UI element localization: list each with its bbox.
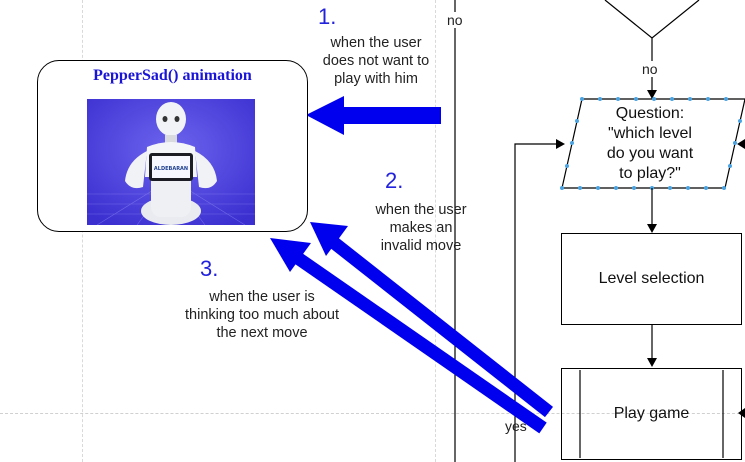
annotation-3-line: when the user is — [209, 289, 315, 305]
annotation-3-number: 3. — [200, 256, 219, 281]
annotation-3-text: when the user is thinking too much about… — [172, 288, 352, 342]
annotation-1-line: when the user — [330, 35, 422, 51]
tablet-logo: ALDEBARAN — [154, 166, 188, 172]
yes-label: yes — [505, 418, 527, 434]
question-line: do you want — [606, 145, 694, 162]
annotation-1-number: 1. — [318, 4, 337, 29]
question-text: Question: "which level do you want to pl… — [570, 104, 730, 184]
annotation-1-line: does not want to — [322, 53, 430, 69]
annotation-2-number: 2. — [385, 168, 404, 193]
question-line: "which level — [608, 125, 692, 142]
no-label-decision: no — [642, 61, 658, 77]
annotation-1-text: when the user does not want to play with… — [296, 34, 456, 88]
level-selection-box: Level selection — [561, 233, 742, 325]
no-label-top: no — [447, 12, 463, 28]
annotation-3-line: thinking too much about — [185, 307, 339, 323]
annotation-1-line: play with him — [334, 71, 418, 87]
annotation-3-line: the next move — [216, 325, 308, 341]
card-title: PepperSad() animation — [93, 67, 252, 84]
pepper-sad-card: PepperSad() animation ALDEBARAN — [37, 60, 308, 232]
play-game-label: Play game — [613, 405, 690, 422]
annotation-2-line: when the user — [375, 202, 467, 218]
question-line: to play?" — [619, 165, 681, 182]
annotation-2-line: makes an — [389, 220, 453, 236]
annotation-2-line: invalid move — [380, 238, 462, 254]
annotation-2-text: when the user makes an invalid move — [346, 201, 496, 255]
question-line: Question: — [615, 105, 685, 122]
decision-diamond — [604, 0, 700, 39]
play-game-box: Play game — [561, 368, 742, 460]
pepper-robot-image: ALDEBARAN — [87, 99, 255, 225]
level-selection-label: Level selection — [598, 270, 705, 287]
